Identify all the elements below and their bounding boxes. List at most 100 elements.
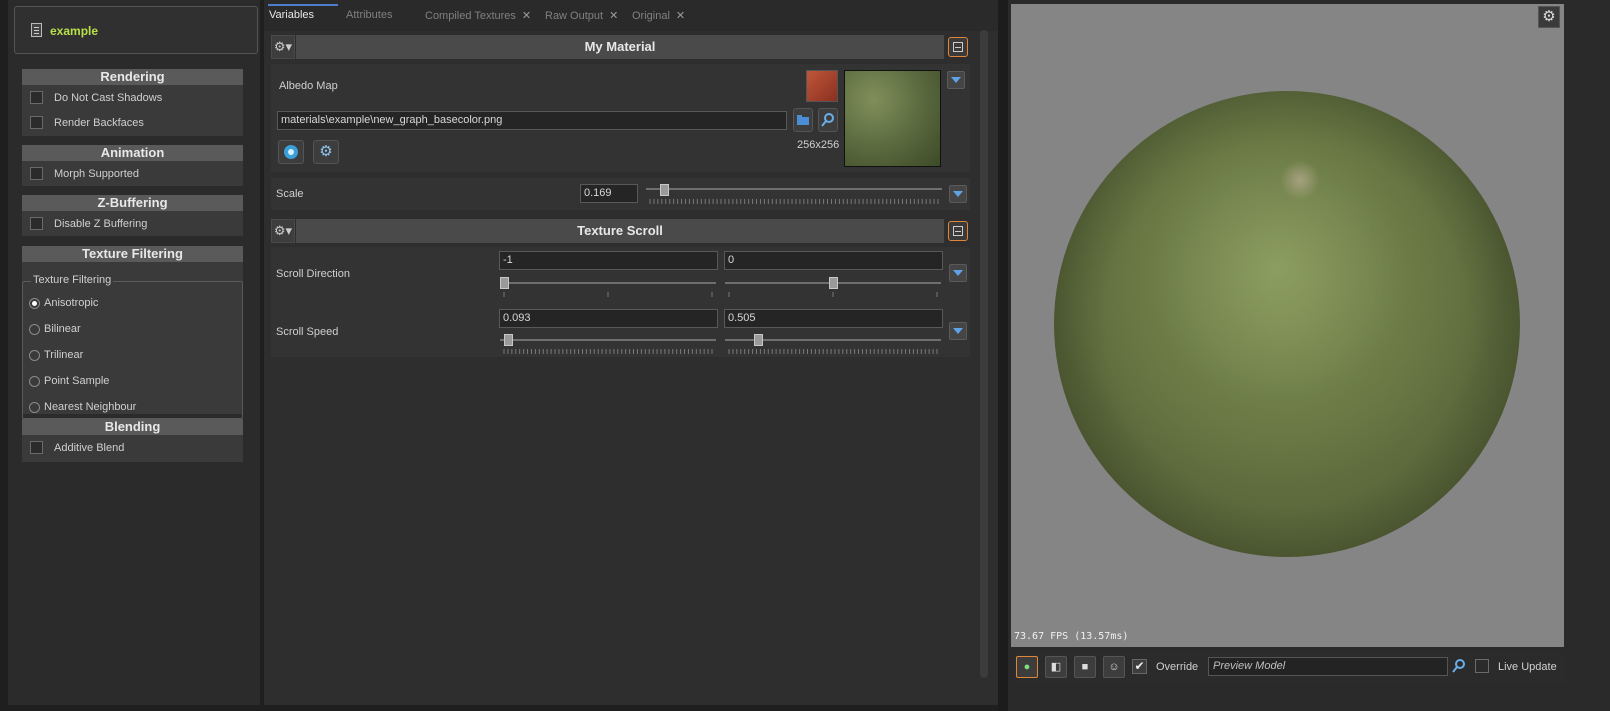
do-not-cast-shadows-checkbox[interactable]: Do Not Cast Shadows — [22, 85, 243, 110]
material-card[interactable]: example — [14, 6, 258, 54]
preview-model-input[interactable]: Preview Model — [1208, 657, 1448, 676]
radio-button[interactable] — [29, 349, 40, 361]
scroll-speed-dropdown-button[interactable] — [949, 322, 967, 340]
checkbox-box[interactable] — [30, 167, 43, 180]
radio-label: Point Sample — [44, 375, 110, 387]
slider-thumb[interactable] — [829, 277, 838, 289]
render-backfaces-checkbox[interactable]: Render Backfaces — [22, 110, 243, 135]
scroll-direction-y-slider[interactable] — [725, 276, 941, 298]
slider-thumb[interactable] — [754, 334, 763, 346]
additive-blend-checkbox[interactable]: Additive Blend — [22, 435, 243, 460]
sphere-model-button[interactable]: ● — [1016, 656, 1038, 678]
texture-filtering-header: Texture Filtering — [22, 246, 243, 262]
radio-button[interactable] — [29, 401, 40, 413]
zbuffering-header: Z-Buffering — [22, 195, 243, 211]
disable-z-buffering-checkbox[interactable]: Disable Z Buffering — [22, 211, 243, 236]
magnifier-icon[interactable] — [1451, 657, 1467, 675]
slider-thumb[interactable] — [504, 334, 513, 346]
radio-nearest-neighbour[interactable]: Nearest Neighbour — [23, 394, 242, 420]
checkbox-box[interactable] — [30, 217, 43, 230]
slider-track — [500, 282, 716, 284]
group-settings-button[interactable]: ⚙▾ — [271, 35, 295, 59]
morph-supported-checkbox[interactable]: Morph Supported — [22, 161, 243, 186]
tab-compiled-textures[interactable]: Compiled Textures ✕ — [425, 9, 531, 22]
checkbox-box[interactable] — [30, 441, 43, 454]
scroll-speed-x-input[interactable]: 0.093 — [499, 309, 718, 328]
collapse-button[interactable] — [948, 221, 968, 241]
animation-header: Animation — [22, 145, 243, 161]
radio-label: Bilinear — [44, 323, 81, 335]
tab-variables[interactable]: Variables — [269, 9, 314, 21]
close-icon[interactable]: ✕ — [522, 10, 531, 22]
scroll-speed-y-slider[interactable] — [725, 333, 941, 355]
blending-section: Blending Additive Blend — [22, 419, 243, 462]
live-update-checkbox[interactable] — [1475, 659, 1489, 673]
radio-anisotropic[interactable]: Anisotropic — [23, 290, 242, 316]
vertical-scrollbar[interactable] — [980, 30, 988, 678]
override-checkbox[interactable]: ✔ — [1132, 659, 1147, 674]
texture-filtering-legend: Texture Filtering — [31, 274, 114, 286]
radio-trilinear[interactable]: Trilinear — [23, 342, 242, 368]
scroll-speed-y-input[interactable]: 0.505 — [724, 309, 943, 328]
active-tab-indicator — [268, 4, 338, 6]
tab-bar: Variables Attributes Compiled Textures ✕ … — [264, 0, 998, 31]
slider-track — [646, 188, 942, 190]
plane-model-button[interactable]: ■ — [1074, 656, 1096, 678]
checkbox-label: Morph Supported — [54, 167, 139, 180]
checkbox-box[interactable] — [30, 116, 43, 129]
override-label: Override — [1156, 661, 1199, 673]
folder-icon — [797, 115, 809, 125]
albedo-dropdown-button[interactable] — [947, 71, 965, 89]
scroll-direction-y-input[interactable]: 0 — [724, 251, 943, 270]
rendering-section: Rendering Do Not Cast Shadows Render Bac… — [22, 69, 243, 136]
material-name: example — [50, 24, 99, 38]
albedo-path-input[interactable]: materials\example\new_graph_basecolor.pn… — [277, 111, 787, 130]
slider-thumb[interactable] — [500, 277, 509, 289]
tab-attributes[interactable]: Attributes — [346, 9, 392, 21]
texture-scroll-header[interactable]: Texture Scroll — [296, 219, 944, 243]
radio-point-sample[interactable]: Point Sample — [23, 368, 242, 394]
scroll-speed-x-slider[interactable] — [500, 333, 716, 355]
character-model-button[interactable]: ☺ — [1103, 656, 1125, 678]
sphere-highlight — [1280, 160, 1320, 200]
texture-tool-button[interactable] — [278, 140, 304, 164]
radio-button[interactable] — [29, 297, 40, 309]
tab-original[interactable]: Original ✕ — [632, 9, 685, 22]
checkmark-icon: ✔ — [1134, 659, 1145, 673]
sphere-icon: ● — [1023, 661, 1031, 673]
radio-bilinear[interactable]: Bilinear — [23, 316, 242, 342]
albedo-texture-preview — [844, 70, 941, 167]
browse-button[interactable] — [793, 108, 813, 132]
checkbox-box[interactable] — [30, 91, 43, 104]
close-icon[interactable]: ✕ — [609, 10, 618, 22]
texture-settings-button[interactable]: ⚙ — [313, 140, 339, 164]
slider-thumb[interactable] — [660, 184, 669, 196]
zbuffering-section: Z-Buffering Disable Z Buffering — [22, 195, 243, 236]
inspect-button[interactable] — [818, 108, 838, 132]
radio-button[interactable] — [29, 375, 40, 387]
blending-header: Blending — [22, 419, 243, 435]
viewport-settings-button[interactable]: ⚙ — [1538, 6, 1560, 28]
gear-icon: ⚙▾ — [273, 223, 293, 238]
group-settings-button[interactable]: ⚙▾ — [271, 219, 295, 243]
cube-model-button[interactable]: ◧ — [1045, 656, 1067, 678]
scroll-direction-x-slider[interactable] — [500, 276, 716, 298]
splitter[interactable] — [998, 0, 1008, 711]
radio-button[interactable] — [29, 323, 40, 335]
cube-icon: ◧ — [1050, 661, 1062, 673]
scale-dropdown-button[interactable] — [949, 185, 967, 203]
scroll-direction-dropdown-button[interactable] — [949, 264, 967, 282]
tab-raw-output[interactable]: Raw Output ✕ — [545, 9, 618, 22]
scale-slider[interactable] — [646, 184, 942, 206]
slider-ticks — [649, 199, 939, 204]
slider-ticks — [728, 292, 938, 297]
scroll-direction-x-input[interactable]: -1 — [499, 251, 718, 270]
radio-label: Trilinear — [44, 349, 84, 361]
close-icon[interactable]: ✕ — [676, 10, 685, 22]
slider-ticks — [503, 292, 713, 297]
my-material-header[interactable]: My Material — [296, 35, 944, 59]
scroll-speed-label: Scroll Speed — [276, 326, 339, 338]
scale-input[interactable]: 0.169 — [580, 184, 638, 203]
collapse-button[interactable] — [948, 37, 968, 57]
preview-sphere — [1054, 91, 1520, 557]
